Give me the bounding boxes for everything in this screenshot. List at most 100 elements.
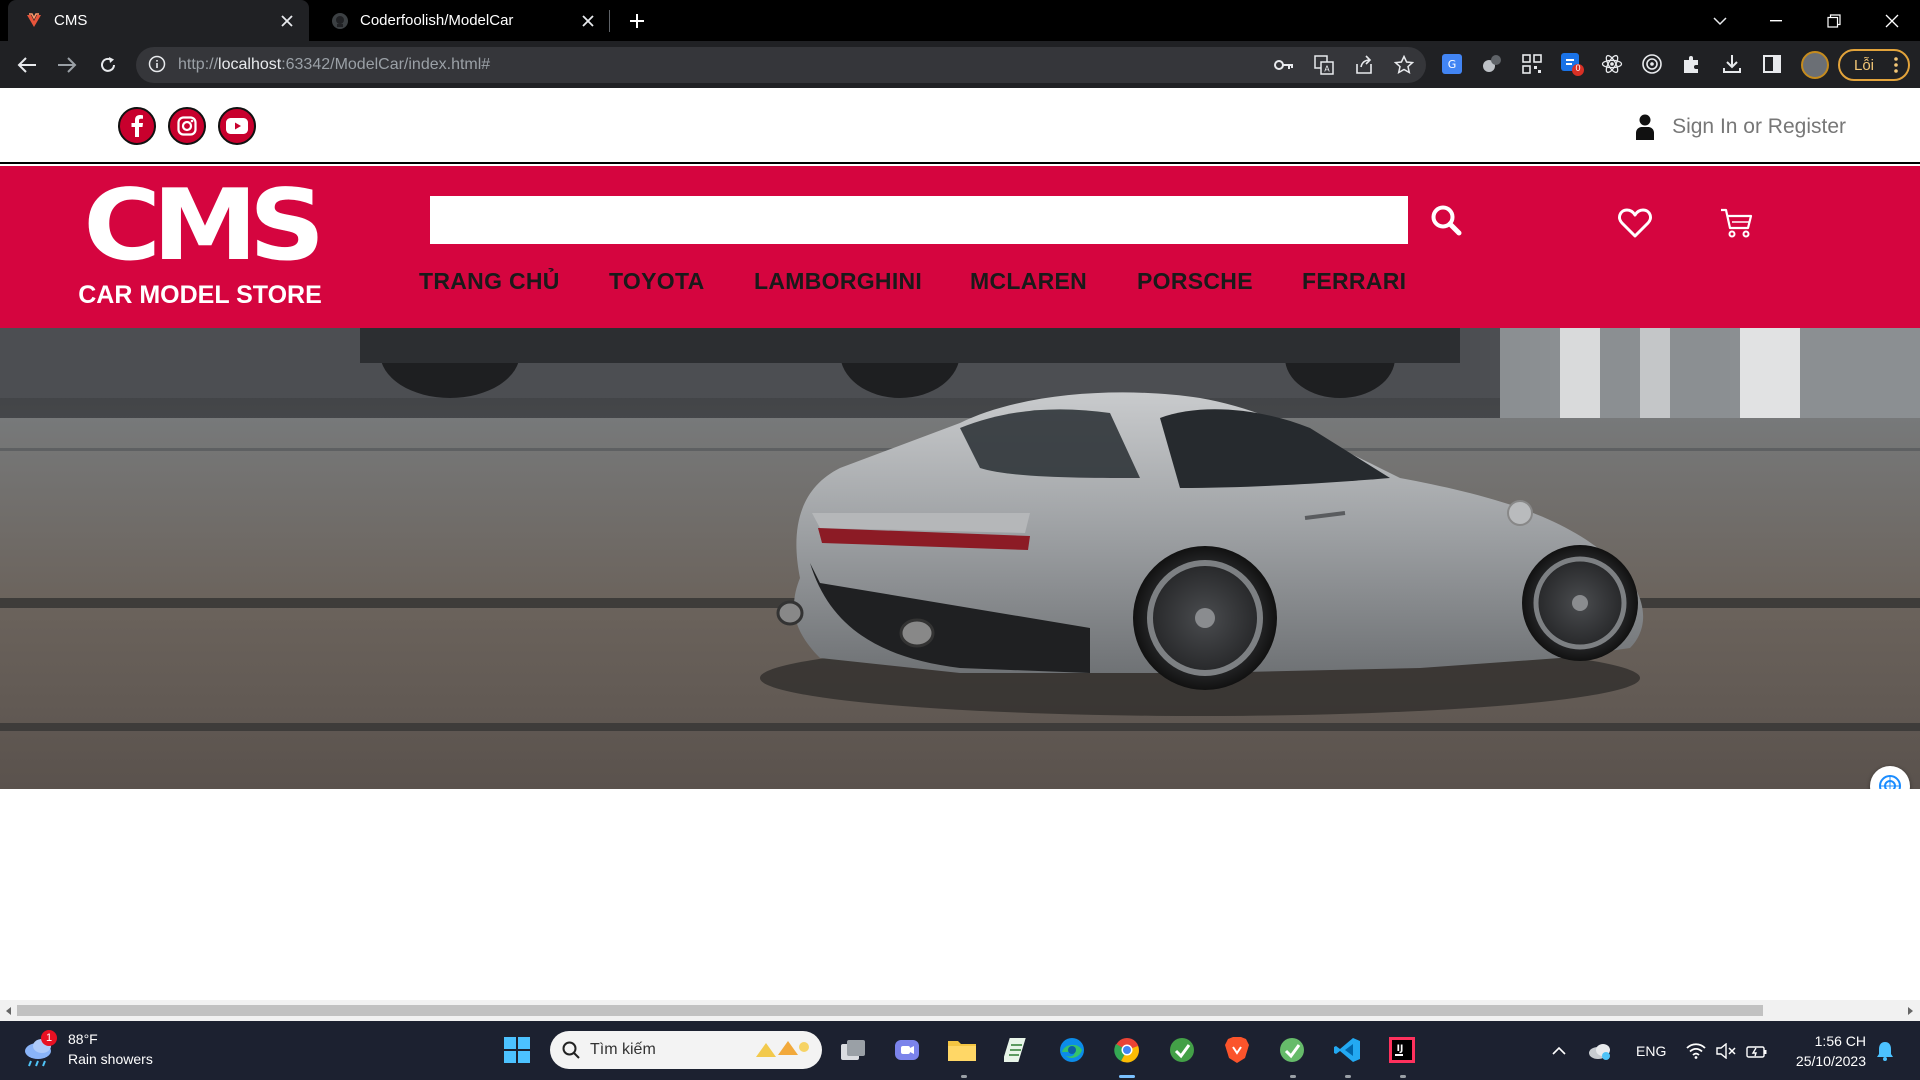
- cart-icon[interactable]: [1720, 208, 1754, 240]
- tab-title: Coderfoolish/ModelCar: [360, 12, 514, 29]
- top-strip: Sign In or Register: [0, 88, 1920, 164]
- scroll-left-icon[interactable]: [4, 1005, 14, 1016]
- weather-widget[interactable]: 1 88°F Rain showers: [22, 1029, 153, 1069]
- nav-item-lamborghini[interactable]: LAMBORGHINI: [754, 268, 922, 298]
- site-favicon-icon: [24, 11, 44, 31]
- task-view-icon[interactable]: [836, 1033, 870, 1067]
- onedrive-cloud-icon[interactable]: [1588, 1021, 1612, 1080]
- tab-search-chevron-icon[interactable]: [1692, 0, 1748, 41]
- taskbar-clock[interactable]: 1:56 CH 25/10/2023: [1786, 1031, 1866, 1071]
- scroll-right-icon[interactable]: [1905, 1005, 1915, 1016]
- notification-extension-icon[interactable]: 0: [1560, 52, 1584, 76]
- key-icon[interactable]: [1274, 55, 1294, 75]
- user-icon: [1636, 114, 1655, 140]
- language-indicator[interactable]: ENG: [1636, 1021, 1666, 1080]
- download-icon[interactable]: [1720, 52, 1744, 76]
- facebook-icon[interactable]: [118, 107, 156, 145]
- search-input[interactable]: [430, 196, 1408, 244]
- intellij-icon[interactable]: IJ: [1385, 1033, 1419, 1067]
- horizontal-scrollbar[interactable]: [0, 1000, 1920, 1021]
- running-indicator: [1345, 1075, 1351, 1078]
- nav-item-porsche[interactable]: PORSCHE: [1137, 268, 1253, 298]
- sign-in-label: Sign In or Register: [1672, 115, 1846, 138]
- file-explorer-icon[interactable]: [945, 1033, 979, 1067]
- url-text: http://localhost:63342/ModelCar/index.ht…: [178, 56, 491, 73]
- share-icon[interactable]: [1354, 55, 1374, 75]
- svg-text:IJ: IJ: [1397, 1044, 1404, 1054]
- eye-dropper-extension-icon[interactable]: [1480, 52, 1504, 76]
- extensions-puzzle-icon[interactable]: [1680, 52, 1704, 76]
- nav-item-trang-chu[interactable]: TRANG CHỦ: [419, 268, 560, 298]
- sign-in-link[interactable]: Sign In or Register: [1636, 114, 1846, 140]
- more-menu-icon[interactable]: [1894, 57, 1898, 73]
- react-devtools-icon[interactable]: [1600, 52, 1624, 76]
- search-icon[interactable]: [1428, 202, 1464, 238]
- hero-car-image: [0, 328, 1920, 789]
- brave-browser-icon[interactable]: [1220, 1033, 1254, 1067]
- hero-banner: [0, 328, 1920, 789]
- nav-item-ferrari[interactable]: FERRARI: [1302, 268, 1406, 298]
- google-translate-extension-icon[interactable]: G: [1440, 52, 1464, 76]
- site-header: CMS CAR MODEL STORE TRANG CHỦ TOYOTA LAM…: [0, 166, 1920, 328]
- forward-button[interactable]: [51, 49, 83, 81]
- edge-browser-icon[interactable]: [1055, 1033, 1089, 1067]
- cms-logo[interactable]: CMS CAR MODEL STORE: [60, 176, 340, 316]
- weather-desc: Rain showers: [68, 1051, 153, 1067]
- browser-toolbar: http://localhost:63342/ModelCar/index.ht…: [0, 41, 1920, 88]
- github-icon: [330, 11, 350, 31]
- extension-badge: 0: [1575, 63, 1581, 73]
- site-info-icon[interactable]: [148, 55, 168, 75]
- scrollbar-thumb[interactable]: [17, 1005, 1763, 1016]
- youtube-icon[interactable]: [218, 107, 256, 145]
- svg-text:A: A: [1324, 65, 1330, 74]
- running-indicator: [1290, 1075, 1296, 1078]
- vscode-icon[interactable]: [1330, 1033, 1364, 1067]
- address-bar[interactable]: http://localhost:63342/ModelCar/index.ht…: [136, 47, 1426, 83]
- close-tab-icon[interactable]: [574, 7, 602, 35]
- new-tab-button[interactable]: [622, 6, 652, 36]
- translate-icon[interactable]: A: [1314, 55, 1334, 75]
- app-green-icon[interactable]: [1165, 1033, 1199, 1067]
- target-extension-icon[interactable]: [1640, 52, 1664, 76]
- nav-item-mclaren[interactable]: MCLAREN: [970, 268, 1087, 298]
- running-indicator: [1400, 1075, 1406, 1078]
- instagram-icon[interactable]: [168, 107, 206, 145]
- taskbar-search[interactable]: Tìm kiếm: [550, 1031, 822, 1069]
- tab-github[interactable]: Coderfoolish/ModelCar: [314, 0, 610, 41]
- svg-text:G: G: [1448, 58, 1457, 71]
- teams-chat-icon[interactable]: [890, 1033, 924, 1067]
- rain-cloud-icon: 1: [22, 1030, 58, 1067]
- tab-cms[interactable]: CMS: [8, 0, 309, 41]
- reload-button[interactable]: [92, 49, 124, 81]
- search-highlight-icon: [752, 1037, 812, 1063]
- logo-main-text: CMS: [83, 169, 325, 283]
- side-panel-icon[interactable]: [1760, 52, 1784, 76]
- show-hidden-icons-chevron-icon[interactable]: [1552, 1021, 1566, 1080]
- minimize-button[interactable]: [1748, 0, 1804, 41]
- notification-bell-icon[interactable]: [1876, 1021, 1894, 1080]
- windows-start-icon[interactable]: [500, 1033, 534, 1067]
- notepad-icon[interactable]: [1000, 1033, 1034, 1067]
- weather-badge: 1: [41, 1030, 57, 1046]
- tab-title: CMS: [54, 12, 88, 29]
- volume-muted-icon[interactable]: [1716, 1021, 1736, 1080]
- web-page: Sign In or Register CMS CAR MODEL STORE …: [0, 88, 1920, 1000]
- nav-item-toyota[interactable]: TOYOTA: [609, 268, 705, 298]
- error-button[interactable]: Lỗi: [1838, 49, 1910, 81]
- close-window-button[interactable]: [1864, 0, 1920, 41]
- back-button[interactable]: [11, 49, 43, 81]
- restore-button[interactable]: [1806, 0, 1862, 41]
- heart-icon[interactable]: [1618, 208, 1652, 238]
- wifi-icon[interactable]: [1686, 1021, 1706, 1080]
- battery-icon[interactable]: [1746, 1021, 1768, 1080]
- taskbar-search-label: Tìm kiếm: [590, 1041, 656, 1058]
- clock-date: 25/10/2023: [1795, 1053, 1866, 1069]
- weather-temp: 88°F: [68, 1031, 98, 1047]
- app-green-2-icon[interactable]: [1275, 1033, 1309, 1067]
- running-indicator: [961, 1075, 967, 1078]
- chrome-icon[interactable]: [1110, 1033, 1144, 1067]
- bookmark-star-icon[interactable]: [1394, 55, 1414, 75]
- qr-code-extension-icon[interactable]: [1520, 52, 1544, 76]
- close-tab-icon[interactable]: [273, 7, 301, 35]
- profile-avatar[interactable]: [1801, 51, 1829, 79]
